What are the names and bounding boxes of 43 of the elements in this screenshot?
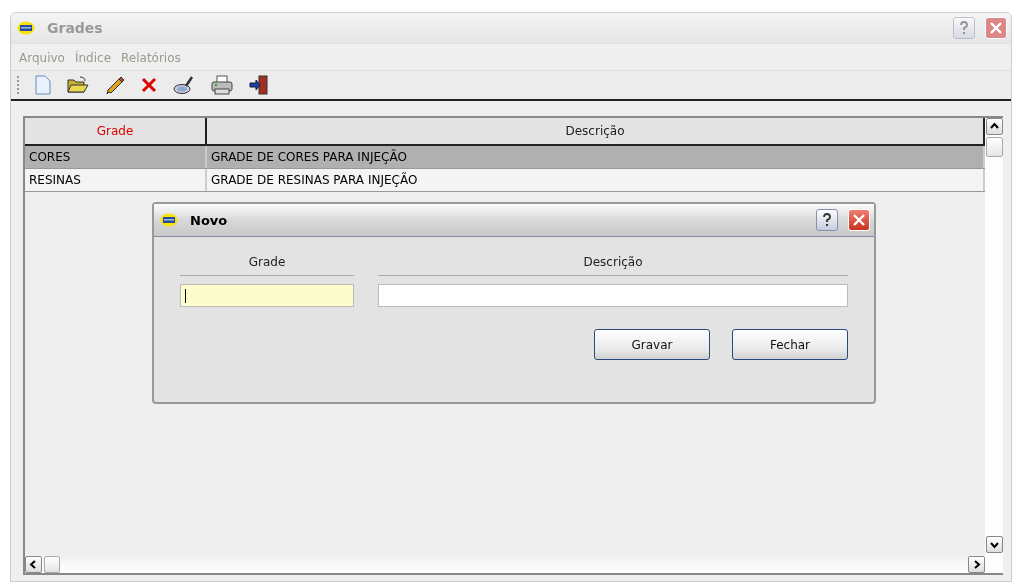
scroll-thumb[interactable] (44, 555, 60, 573)
chevron-left-icon (29, 559, 38, 569)
dialog-button[interactable]: Gravar (594, 329, 710, 360)
printer-button[interactable] (209, 72, 235, 98)
pencil-icon (105, 75, 125, 95)
vertical-scrollbar[interactable] (985, 118, 1003, 573)
app-icon (160, 213, 178, 227)
horizontal-scrollbar[interactable] (25, 555, 985, 573)
delete-x-icon (141, 77, 157, 93)
scroll-left-button[interactable] (25, 555, 42, 573)
input-field[interactable] (180, 284, 354, 307)
question-mark-icon (822, 213, 832, 227)
scroll-up-button[interactable] (985, 118, 1003, 135)
close-icon (989, 21, 1003, 35)
open-folder-icon (67, 76, 89, 94)
window-title: Grades (47, 20, 103, 36)
table-row[interactable]: CORES GRADE DE CORES PARA INJEÇÃO (25, 146, 985, 169)
chevron-down-icon (989, 540, 999, 549)
new-document-icon (35, 75, 51, 95)
help-button[interactable] (816, 209, 838, 231)
table-row[interactable]: RESINAS GRADE DE RESINAS PARA INJEÇÃO (25, 169, 985, 192)
exit-door-button[interactable] (247, 72, 271, 98)
close-button[interactable] (848, 209, 870, 231)
dialog-button[interactable]: Fechar (732, 329, 848, 360)
scroll-down-button[interactable] (985, 536, 1003, 553)
magnifier-icon (173, 75, 195, 95)
input-field[interactable] (378, 284, 848, 307)
close-button[interactable] (985, 17, 1007, 39)
scroll-right-button[interactable] (968, 555, 985, 573)
field-label: Grade (180, 255, 354, 276)
field-label: Descrição (378, 255, 848, 276)
question-mark-icon (959, 21, 969, 35)
exit-door-icon (249, 75, 269, 95)
column-header[interactable]: Descrição (207, 118, 985, 144)
chevron-right-icon (972, 559, 981, 569)
chevron-up-icon (989, 122, 999, 131)
app-icon (17, 21, 35, 35)
printer-icon (211, 75, 233, 95)
column-header[interactable]: Grade (25, 118, 207, 144)
scroll-thumb[interactable] (985, 137, 1003, 157)
table-cell: RESINAS (25, 169, 207, 191)
window-title: Novo (190, 212, 228, 228)
close-icon (852, 213, 866, 227)
